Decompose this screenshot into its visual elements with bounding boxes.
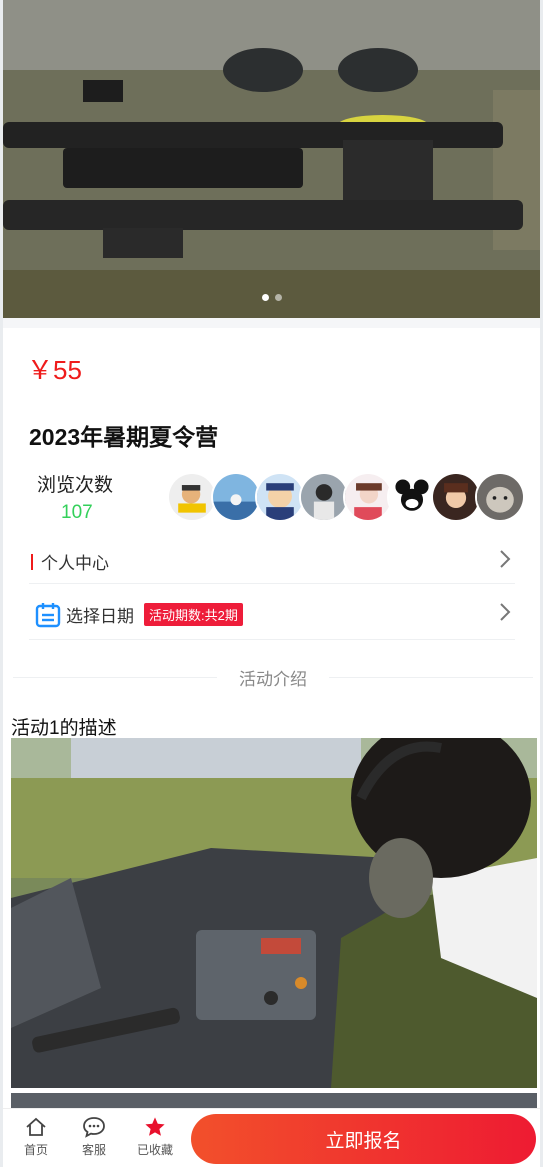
tab-favorited-label: 已收藏: [136, 1143, 173, 1157]
avatar: [431, 472, 481, 522]
tab-service[interactable]: 客服: [69, 1115, 119, 1158]
banner-image: [3, 0, 540, 318]
avatar: [211, 472, 261, 522]
viewer-avatars: [167, 472, 525, 522]
tab-home-label: 首页: [23, 1143, 48, 1157]
chevron-right-icon: [499, 549, 511, 575]
accent-bar: [31, 553, 33, 570]
bottom-tab-bar: 首页 客服 已收藏 立即报名: [3, 1108, 540, 1167]
carousel-dot-2[interactable]: [274, 294, 282, 301]
divider: [329, 677, 533, 678]
avatar: [299, 472, 349, 522]
section-divider: [3, 318, 540, 328]
carousel-dot-1[interactable]: [261, 294, 269, 301]
period-badge: 活动期数:共2期: [144, 603, 243, 626]
activity-description: 活动1的描述: [11, 718, 117, 739]
personal-center-label: 个人中心: [41, 554, 109, 573]
chat-bubble-icon: [69, 1115, 119, 1139]
home-icon: [11, 1115, 61, 1139]
personal-center-row[interactable]: 个人中心: [29, 540, 515, 584]
page-title: 2023年暑期夏令营: [29, 424, 219, 450]
calendar-icon: [35, 602, 61, 627]
intro-heading-text: 活动介绍: [239, 669, 307, 689]
page: ￥55 2023年暑期夏令营 浏览次数 107 个人中心 选择日期 活动期数:共…: [0, 0, 543, 1167]
avatar: [255, 472, 305, 522]
price: ￥55: [27, 355, 82, 385]
select-date-row[interactable]: 选择日期 活动期数:共2期: [29, 590, 515, 640]
divider: [13, 677, 217, 678]
tab-home[interactable]: 首页: [11, 1115, 61, 1158]
views-label: 浏览次数: [37, 475, 114, 496]
avatar: [167, 472, 217, 522]
signup-button[interactable]: 立即报名: [191, 1114, 536, 1164]
views-count: 107: [61, 502, 93, 523]
activity-photo: [11, 738, 537, 1088]
avatar: [387, 472, 437, 522]
intro-heading: 活动介绍: [13, 664, 533, 690]
tab-service-label: 客服: [81, 1143, 106, 1157]
star-icon: [130, 1115, 180, 1139]
banner-carousel[interactable]: [3, 0, 540, 318]
tab-favorited[interactable]: 已收藏: [130, 1115, 180, 1158]
chevron-right-icon: [499, 602, 511, 628]
carousel-dots[interactable]: [3, 294, 540, 301]
select-date-label: 选择日期: [66, 607, 134, 626]
avatar: [475, 472, 525, 522]
avatar: [343, 472, 393, 522]
